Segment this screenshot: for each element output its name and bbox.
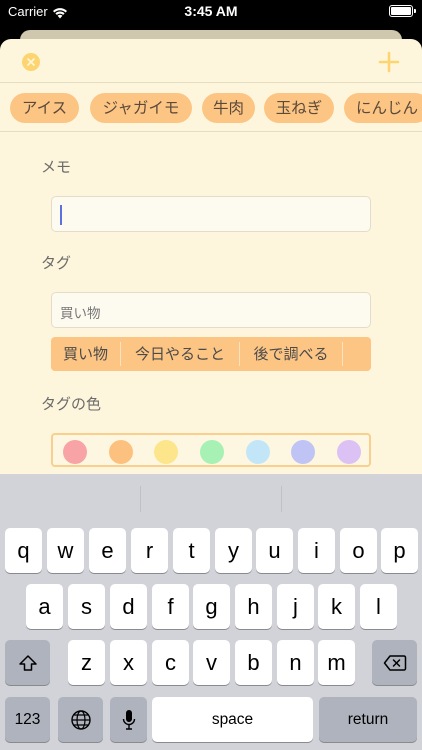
key-n[interactable]: n — [277, 640, 314, 685]
nav-bar — [0, 39, 422, 83]
tag-input[interactable]: 買い物 — [51, 292, 371, 328]
battery-icon — [389, 5, 416, 17]
microphone-icon — [110, 697, 147, 742]
close-icon — [27, 58, 35, 66]
segment-option[interactable]: 後で調べる — [240, 337, 342, 371]
key-o[interactable]: o — [340, 528, 377, 573]
key-y[interactable]: y — [215, 528, 252, 573]
key-r[interactable]: r — [131, 528, 168, 573]
color-swatch[interactable] — [291, 440, 315, 464]
tag-chip[interactable]: アイス — [10, 93, 79, 123]
shift-icon — [5, 640, 50, 685]
key-g[interactable]: g — [193, 584, 230, 629]
space-key[interactable]: space — [152, 697, 313, 742]
keyboard: q w e r t y u i o p a s d f g h j k l z … — [0, 474, 422, 750]
key-u[interactable]: u — [256, 528, 293, 573]
key-e[interactable]: e — [89, 528, 126, 573]
status-bar: Carrier 3:45 AM — [0, 0, 422, 26]
key-a[interactable]: a — [26, 584, 63, 629]
key-x[interactable]: x — [110, 640, 147, 685]
segment-option[interactable]: 買い物 — [51, 337, 120, 371]
key-t[interactable]: t — [173, 528, 210, 573]
return-key[interactable]: return — [319, 697, 417, 742]
key-q[interactable]: q — [5, 528, 42, 573]
numbers-key[interactable]: 123 — [5, 697, 50, 742]
color-swatch[interactable] — [337, 440, 361, 464]
key-c[interactable]: c — [152, 640, 189, 685]
color-swatch[interactable] — [200, 440, 224, 464]
key-f[interactable]: f — [152, 584, 189, 629]
predictive-text-bar — [0, 474, 422, 524]
key-s[interactable]: s — [68, 584, 105, 629]
key-l[interactable]: l — [360, 584, 397, 629]
memo-label: メモ — [41, 158, 72, 176]
shift-key[interactable] — [5, 640, 50, 685]
globe-key[interactable] — [58, 697, 103, 742]
tag-color-picker — [51, 433, 371, 467]
tag-chip[interactable]: 玉ねぎ — [264, 93, 334, 123]
tag-color-label: タグの色 — [41, 395, 102, 413]
tag-chip[interactable]: 牛肉 — [202, 93, 255, 123]
tag-segmented-control: 買い物 今日やること 後で調べる — [51, 337, 371, 371]
segment-option[interactable]: 今日やること — [121, 337, 239, 371]
key-p[interactable]: p — [381, 528, 418, 573]
key-z[interactable]: z — [68, 640, 105, 685]
color-swatch[interactable] — [154, 440, 178, 464]
status-time: 3:45 AM — [184, 3, 238, 19]
globe-icon — [58, 697, 103, 742]
tag-input-value: 買い物 — [60, 306, 101, 322]
key-h[interactable]: h — [235, 584, 272, 629]
key-j[interactable]: j — [277, 584, 314, 629]
memo-input[interactable] — [51, 196, 371, 232]
plus-icon — [378, 51, 400, 73]
add-button[interactable] — [378, 51, 400, 73]
segment-divider — [342, 342, 343, 366]
tag-chip[interactable]: にんじん — [344, 93, 422, 123]
color-swatch[interactable] — [63, 440, 87, 464]
delete-key[interactable] — [372, 640, 417, 685]
tag-chip[interactable]: ジャガイモ — [90, 93, 192, 123]
key-i[interactable]: i — [298, 528, 335, 573]
key-d[interactable]: d — [110, 584, 147, 629]
key-b[interactable]: b — [235, 640, 272, 685]
dictation-key[interactable] — [110, 697, 147, 742]
predict-divider — [140, 486, 141, 512]
key-k[interactable]: k — [318, 584, 355, 629]
key-v[interactable]: v — [193, 640, 230, 685]
key-m[interactable]: m — [318, 640, 355, 685]
key-w[interactable]: w — [47, 528, 84, 573]
tag-chip-scroller[interactable]: アイス ジャガイモ 牛肉 玉ねぎ にんじん — [0, 84, 422, 132]
predict-divider — [281, 486, 282, 512]
color-swatch[interactable] — [109, 440, 133, 464]
delete-icon — [372, 640, 417, 685]
edit-sheet: アイス ジャガイモ 牛肉 玉ねぎ にんじん メモ タグ 買い物 買い物 今日やる… — [0, 39, 422, 479]
text-cursor — [60, 205, 62, 225]
close-button[interactable] — [22, 53, 40, 71]
color-swatch[interactable] — [246, 440, 270, 464]
tag-label: タグ — [41, 254, 72, 272]
